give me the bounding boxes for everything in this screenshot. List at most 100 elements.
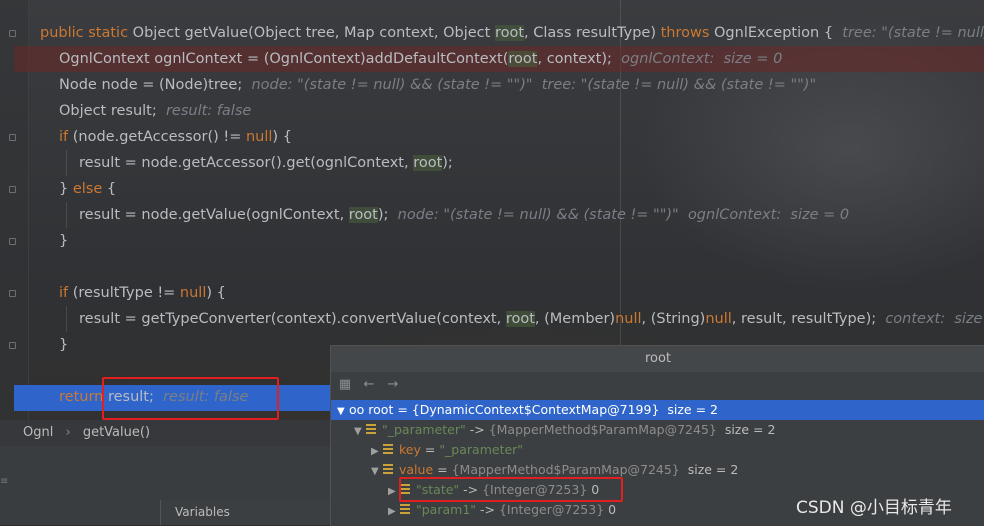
code-line[interactable]: } else { — [59, 176, 116, 202]
var-operator: = — [433, 462, 452, 477]
indent-guide — [66, 306, 67, 332]
code-token: } — [59, 233, 69, 249]
expand-down-icon[interactable]: ▼ — [354, 422, 366, 442]
keyword-token: null — [615, 311, 642, 327]
inline-debug-hint: ognlContext: size = 0 — [621, 51, 783, 67]
field-icon — [383, 464, 393, 475]
code-line[interactable]: result = node.getValue(ognlContext, root… — [79, 202, 849, 228]
popup-title: root — [331, 346, 984, 372]
code-token: root — [505, 311, 535, 327]
var-extra: size = 2 — [679, 462, 739, 477]
code-line[interactable]: Object result; result: false — [59, 98, 251, 124]
var-name: value — [399, 462, 434, 477]
var-operator: = — [420, 442, 440, 457]
expand-right-icon[interactable]: ▶ — [388, 502, 400, 522]
code-line[interactable]: } — [59, 228, 68, 254]
code-token: ) { — [272, 129, 292, 145]
code-token: root — [413, 155, 443, 171]
code-token: , Class resultType) — [524, 25, 661, 41]
code-token: Object result; — [59, 103, 166, 119]
inline-debug-hint: tree: "(state != null) & — [842, 25, 984, 41]
code-token: (resultType != — [72, 285, 180, 301]
var-extra: size = 2 — [716, 422, 776, 437]
var-name: key — [399, 442, 421, 457]
code-token: result = node.getValue(ognlContext, — [79, 207, 349, 223]
code-token: } — [59, 337, 69, 353]
code-line[interactable]: public static Object getValue(Object tre… — [40, 20, 984, 46]
var-extra: size = 2 — [659, 402, 718, 417]
code-token: , context); — [537, 51, 622, 67]
code-line[interactable]: } — [59, 332, 68, 358]
code-line[interactable]: if (node.getAccessor() != null) { — [59, 124, 292, 150]
fold-marker-icon[interactable] — [9, 238, 16, 245]
drag-handle-icon[interactable]: ≡ — [0, 476, 12, 490]
code-token: root — [508, 51, 538, 67]
field-icon — [366, 424, 376, 435]
field-icon — [400, 504, 410, 515]
keyword-token: throws — [660, 25, 715, 41]
var-operator: -> — [465, 422, 489, 437]
code-line[interactable]: result = node.getAccessor().get(ognlCont… — [79, 150, 453, 176]
annotation-box-state — [399, 477, 623, 502]
inline-debug-hint: result: false — [165, 103, 252, 119]
var-operator: -> — [476, 502, 499, 517]
breadcrumb-separator: › — [65, 425, 71, 440]
code-token: ) { — [206, 285, 226, 301]
var-value: {MapperMethod$ParamMap@7245} — [451, 462, 680, 477]
fold-marker-icon[interactable] — [9, 186, 16, 193]
expand-down-icon[interactable]: ▼ — [371, 462, 383, 482]
keyword-token: public static — [40, 25, 133, 41]
popup-toolbar: ▦ ← → — [331, 372, 984, 398]
keyword-token: null — [705, 311, 732, 327]
code-line[interactable]: if (resultType != null) { — [59, 280, 226, 306]
code-token: result = node.getAccessor().get(ognlCont… — [79, 155, 414, 171]
var-value: {DynamicContext$ContextMap@7199} — [411, 402, 660, 417]
keyword-token: return — [59, 389, 108, 405]
inline-debug-hint: node: "(state != null) && (state != "")"… — [397, 207, 850, 223]
code-token: , result, resultType); — [731, 311, 886, 327]
code-token: ); — [442, 155, 453, 171]
var-value: {Integer@7253} — [498, 502, 605, 517]
keyword-token: if — [59, 129, 73, 145]
code-token: Object getValue(Object tree, Map context… — [132, 25, 495, 41]
keyword-token: else — [72, 181, 107, 197]
field-icon — [383, 444, 393, 455]
code-line[interactable]: Node node = (Node)tree; node: "(state !=… — [59, 72, 816, 98]
var-value: {MapperMethod$ParamMap@7245} — [488, 422, 717, 437]
fold-marker-icon[interactable] — [9, 134, 16, 141]
code-token: result = getTypeConverter(context).conve… — [79, 311, 506, 327]
code-token: { — [106, 181, 117, 197]
variables-tab[interactable]: Variables — [160, 500, 330, 525]
breadcrumb-method[interactable]: getValue() — [83, 425, 150, 440]
var-name: root — [368, 402, 394, 417]
code-token: , (String) — [641, 311, 706, 327]
code-token: OgnlException { — [714, 25, 843, 41]
code-token: (node.getAccessor() != — [72, 129, 246, 145]
arrow-right-icon[interactable]: → — [385, 377, 401, 393]
tree-row[interactable]: ▼ oo root = {DynamicContext$ContextMap@719… — [331, 400, 984, 420]
keyword-token: null — [245, 129, 273, 145]
code-token: root — [494, 25, 525, 41]
arrow-left-icon[interactable]: ← — [361, 377, 377, 393]
var-name: "_parameter" — [382, 422, 466, 437]
var-value: "_parameter" — [439, 442, 524, 457]
watermark: CSDN @小目标青年 — [796, 498, 952, 518]
breadcrumb-class[interactable]: Ognl — [23, 425, 53, 440]
keyword-token: null — [179, 285, 207, 301]
fold-marker-icon[interactable] — [9, 290, 16, 297]
code-line[interactable]: result = getTypeConverter(context).conve… — [79, 306, 984, 332]
pin-icon[interactable]: ▦ — [337, 377, 353, 393]
fold-marker-icon[interactable] — [9, 30, 16, 37]
indent-guide — [66, 202, 67, 228]
code-token: Node node = (Node)tree; — [59, 77, 252, 93]
keyword-token: if — [59, 285, 73, 301]
expand-down-icon[interactable]: ▼ — [337, 402, 349, 422]
code-token: } — [59, 181, 73, 197]
tree-row[interactable]: ▼ "_parameter" -> {MapperMethod$ParamMap@… — [331, 420, 984, 440]
tree-row[interactable]: ▶ key = "_parameter" — [331, 440, 984, 460]
var-operator: = — [393, 402, 412, 417]
code-line[interactable]: OgnlContext ognlContext = (OgnlContext)a… — [59, 46, 782, 72]
expand-right-icon[interactable]: ▶ — [371, 442, 383, 462]
code-token: root — [348, 207, 378, 223]
fold-marker-icon[interactable] — [9, 342, 16, 349]
